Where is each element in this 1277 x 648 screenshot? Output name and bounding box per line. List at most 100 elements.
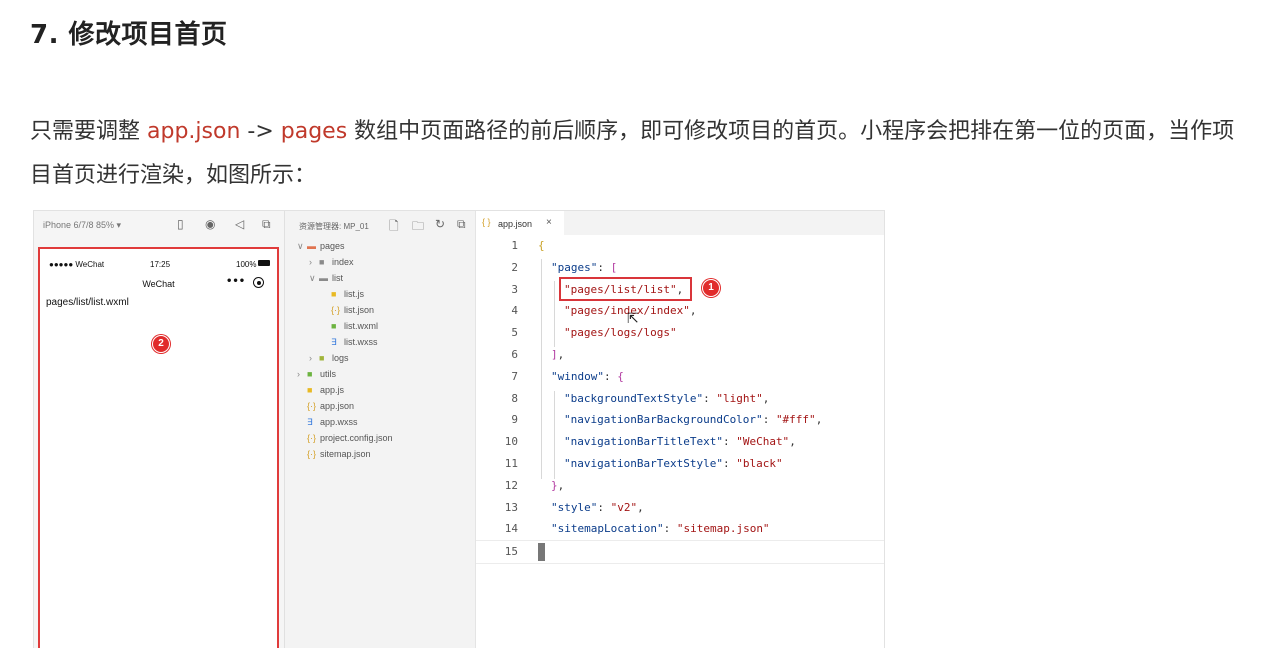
tree-item-label: utils	[320, 369, 337, 379]
tree-item-label: project.config.json	[320, 433, 393, 443]
code-line: 6],	[476, 344, 884, 366]
tree-item-label: app.wxss	[320, 417, 358, 427]
wxml-icon: ■	[331, 321, 337, 331]
code-token: "pages"	[551, 260, 598, 274]
tree-item[interactable]: › ■ index	[309, 255, 354, 269]
code-token: :	[603, 369, 618, 383]
phone-icon[interactable]: ▯	[177, 217, 184, 231]
code-token: }	[551, 478, 558, 492]
para-text-2: ->	[240, 119, 281, 144]
tree-item[interactable]: › ■ utils	[297, 367, 336, 381]
json-icon: {·}	[331, 305, 341, 315]
code-token: [	[610, 260, 618, 274]
line-number: 15	[504, 545, 518, 559]
code-line: 7 "window": {	[476, 366, 884, 388]
tree-item[interactable]: ∨ ▬ list	[309, 271, 343, 285]
code-pages: pages	[280, 119, 348, 144]
device-selector[interactable]: iPhone 6/7/8 85% ▾	[43, 220, 121, 231]
window-icon[interactable]: ⧉	[262, 217, 271, 232]
simulator-toolbar: iPhone 6/7/8 85% ▾ ▯ ◉ ◁ ⧉	[34, 211, 284, 239]
code-token: "black"	[736, 457, 783, 470]
code-line: 12},	[476, 475, 884, 497]
line-number: 10	[504, 435, 518, 449]
tree-item[interactable]: ∃ list.wxss	[321, 335, 378, 349]
code-token: "light"	[716, 391, 763, 405]
intro-paragraph: 只需要调整 app.json -> pages 数组中页面路径的前后顺序，即可修…	[30, 110, 1250, 198]
tab-app-json[interactable]: { } app.json ×	[476, 211, 564, 235]
code-token: "window"	[551, 369, 604, 383]
code-line: 13 "style": "v2",	[476, 497, 884, 519]
line-number: 6	[511, 348, 518, 361]
tree-item[interactable]: {·} sitemap.json	[297, 447, 371, 461]
tree-item[interactable]: {·} project.config.json	[297, 431, 393, 445]
code-token: "navigationBarTextStyle"	[564, 457, 723, 470]
line-number: 11	[504, 457, 518, 470]
code-token: :	[663, 522, 677, 536]
chevron-icon: ∨	[309, 273, 316, 283]
tree-item[interactable]: ■ list.js	[321, 287, 364, 301]
more-icon[interactable]: •••	[226, 276, 245, 287]
para-text-1: 只需要调整	[30, 119, 147, 144]
code-token: ,	[557, 478, 565, 492]
code-token: "v2"	[610, 500, 638, 514]
tree-item[interactable]: ■ list.wxml	[321, 319, 378, 333]
tree-item[interactable]: {·} list.json	[321, 303, 374, 317]
new-file-icon[interactable]: 🗋	[389, 217, 399, 238]
editor-tab-bar: { } app.json ×	[476, 211, 884, 235]
code-line: 4 "pages/index/index",	[476, 300, 884, 322]
close-icon[interactable]: ×	[546, 217, 552, 228]
record-icon[interactable]: ◉	[205, 217, 215, 231]
status-bar: ●●●●● WeChat 17:25 100%	[40, 249, 277, 269]
indent-guide	[541, 259, 542, 479]
sound-icon[interactable]: ◁	[235, 217, 244, 231]
tree-item[interactable]: ∨ ▬ pages	[297, 239, 345, 253]
code-token: :	[703, 391, 717, 405]
refresh-icon[interactable]: ↻	[435, 217, 445, 231]
tree-item-label: app.js	[320, 385, 345, 395]
code-token: ,	[689, 304, 697, 318]
line-number: 4	[511, 304, 518, 318]
line-number: 12	[504, 478, 518, 492]
tree-item[interactable]: ∃ app.wxss	[297, 415, 358, 429]
code-line: 5 "pages/logs/logs"	[476, 322, 884, 344]
tab-label: app.json	[498, 219, 533, 229]
tree-item[interactable]: ■ app.js	[297, 383, 344, 397]
code-token: ,	[762, 391, 770, 405]
first-page-highlight-box	[559, 277, 692, 301]
marker-1: 1	[702, 279, 720, 297]
folder-icon: ■	[319, 257, 325, 267]
close-miniprogram-icon[interactable]	[253, 277, 264, 288]
code-text: "navigationBarTextStyle": "black"	[564, 457, 783, 470]
phone-frame-highlight: ●●●●● WeChat 17:25 100% WeChat ••• pages…	[38, 247, 279, 648]
code-line: 10 "navigationBarTitleText": "WeChat",	[476, 431, 884, 453]
code-token: :	[597, 500, 611, 514]
line-number: 7	[511, 369, 518, 383]
tree-item[interactable]: › ■ logs	[309, 351, 349, 365]
collapse-icon[interactable]: ⧉	[457, 217, 466, 232]
line-number: 13	[504, 500, 518, 514]
code-text: "navigationBarBackgroundColor": "#fff",	[564, 413, 822, 426]
js-icon: ■	[331, 289, 337, 299]
tree-item-label: sitemap.json	[320, 449, 371, 459]
ide-screenshot-figure: iPhone 6/7/8 85% ▾ ▯ ◉ ◁ ⧉ ●●●●● WeChat …	[33, 210, 885, 648]
code-token: ,	[637, 500, 644, 514]
code-line: 9 "navigationBarBackgroundColor": "#fff",	[476, 409, 884, 431]
new-folder-icon[interactable]: 🗀	[412, 217, 424, 238]
wxss-icon: ∃	[331, 337, 337, 347]
status-time: 17:25	[150, 260, 171, 269]
code-token: "sitemap.json"	[676, 522, 770, 536]
code-line: 1{	[476, 235, 884, 257]
code-token: "navigationBarBackgroundColor"	[564, 413, 763, 427]
code-token: ,	[789, 435, 796, 449]
code-token: {	[617, 369, 624, 383]
code-token: :	[722, 457, 737, 470]
line-number: 9	[511, 413, 518, 427]
code-token: ,	[557, 348, 565, 361]
folder-open-icon: ▬	[319, 273, 328, 283]
json-file-icon: { }	[482, 217, 491, 227]
line-number: 2	[511, 260, 518, 274]
code-token: "WeChat"	[736, 435, 790, 449]
code-text: "style": "v2",	[551, 501, 644, 514]
line-number: 1	[511, 239, 518, 252]
tree-item[interactable]: {·} app.json	[297, 399, 354, 413]
